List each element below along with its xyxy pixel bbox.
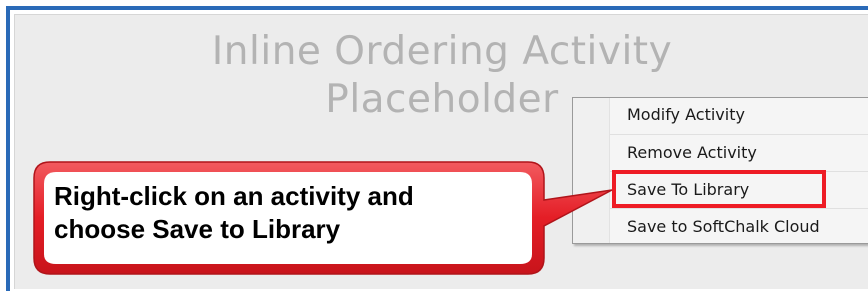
callout-text: Right-click on an activity and choose Sa… (54, 180, 524, 246)
callout-bubble (33, 161, 613, 275)
callout-line1: Right-click on an activity and (54, 181, 414, 211)
callout-line2: choose Save to Library (54, 214, 341, 244)
